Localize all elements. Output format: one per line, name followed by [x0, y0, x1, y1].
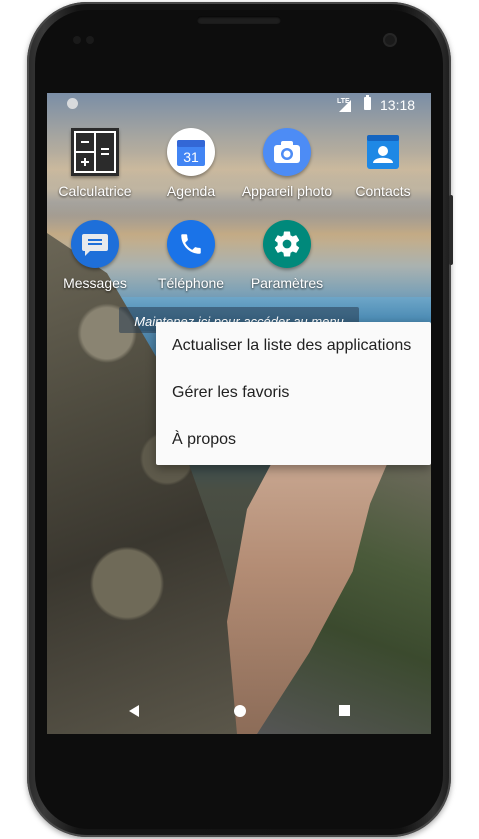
app-label: Téléphone: [157, 275, 225, 291]
network-type: LTE: [337, 98, 350, 105]
calendar-day: 31: [183, 149, 199, 165]
app-agenda[interactable]: 31 Agenda: [143, 128, 239, 199]
settings-icon: [263, 220, 311, 268]
navigation-bar: [47, 694, 431, 734]
calendar-icon: 31: [167, 128, 215, 176]
app-label: Paramètres: [250, 275, 324, 291]
power-button[interactable]: [449, 195, 453, 265]
app-contacts[interactable]: Contacts: [335, 128, 431, 199]
menu-item-refresh-apps[interactable]: Actualiser la liste des applications: [156, 322, 431, 369]
front-camera: [383, 33, 397, 47]
app-label: Agenda: [166, 183, 216, 199]
app-calculatrice[interactable]: Calculatrice: [47, 128, 143, 199]
app-messages[interactable]: Messages: [47, 220, 143, 291]
proximity-sensor: [73, 36, 81, 44]
back-icon[interactable]: [129, 705, 139, 717]
battery-icon: [364, 95, 371, 110]
calculator-icon: [71, 128, 119, 176]
status-bar: LTE 13:18: [47, 93, 431, 117]
menu-item-about[interactable]: À propos: [156, 416, 431, 463]
earpiece: [197, 16, 281, 24]
camera-icon: [263, 128, 311, 176]
home-icon[interactable]: [234, 705, 246, 717]
menu-item-manage-favorites[interactable]: Gérer les favoris: [156, 369, 431, 416]
messages-icon: [71, 220, 119, 268]
contacts-icon: [359, 128, 407, 176]
app-label: Calculatrice: [58, 183, 132, 199]
status-clock: 13:18: [380, 97, 416, 113]
app-label: Contacts: [355, 183, 411, 199]
app-appareil-photo[interactable]: Appareil photo: [239, 128, 335, 199]
app-parametres[interactable]: Paramètres: [239, 220, 335, 291]
notification-icon: [67, 98, 78, 109]
app-label: Appareil photo: [241, 183, 333, 199]
phone-icon: [167, 220, 215, 268]
context-menu: Actualiser la liste des applications Gér…: [156, 322, 431, 465]
app-telephone[interactable]: Téléphone: [143, 220, 239, 291]
recents-icon[interactable]: [339, 705, 350, 716]
light-sensor: [86, 36, 94, 44]
home-screen[interactable]: LTE 13:18 Calculatrice 31 Agenda Apparei…: [47, 93, 431, 734]
app-label: Messages: [63, 275, 127, 291]
